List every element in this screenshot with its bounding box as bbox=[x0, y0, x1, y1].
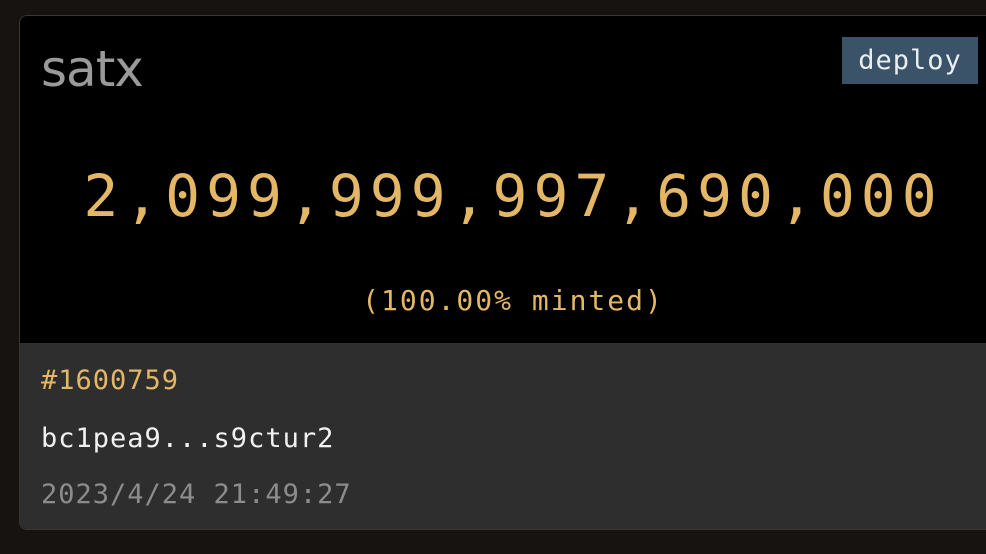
token-card-details: #1600759 bc1pea9...s9ctur2 2023/4/24 21:… bbox=[20, 343, 986, 529]
inscription-number[interactable]: #1600759 bbox=[41, 365, 179, 397]
owner-address[interactable]: bc1pea9...s9ctur2 bbox=[41, 423, 334, 455]
operation-badge: deploy bbox=[842, 37, 978, 84]
token-ticker: satx bbox=[41, 40, 144, 98]
token-supply: 2,099,999,997,690,000 bbox=[83, 162, 943, 230]
minted-percentage: (100.00% minted) bbox=[362, 284, 664, 317]
inscription-timestamp: 2023/4/24 21:49:27 bbox=[41, 479, 352, 510]
token-card[interactable]: satx deploy 2,099,999,997,690,000 (100.0… bbox=[19, 15, 986, 530]
token-card-header: satx deploy 2,099,999,997,690,000 (100.0… bbox=[20, 16, 986, 343]
